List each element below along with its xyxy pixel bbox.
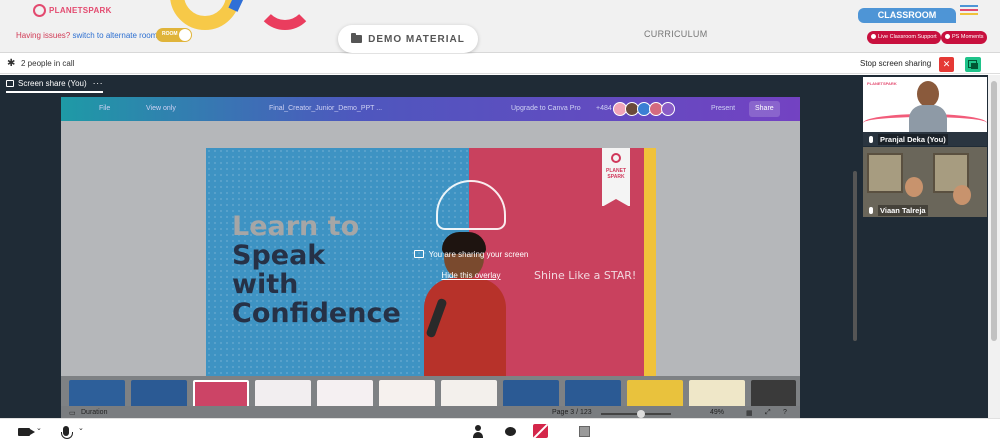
- slide-thumbnails: [61, 376, 800, 410]
- grid-view-icon: ▦: [746, 410, 753, 417]
- mic-options-chevron-icon[interactable]: ⌄: [78, 424, 84, 432]
- curriculum-tab[interactable]: CURRICULUM: [644, 29, 708, 39]
- room-toggle[interactable]: ROOM: [156, 28, 192, 42]
- editor-toolbar: File View only Final_Creator_Junior_Demo…: [61, 97, 800, 121]
- ps-moments-label: PS Moments: [952, 34, 984, 40]
- participant-face: [953, 185, 971, 205]
- sharing-overlay: You are sharing your screen Hide this ov…: [371, 245, 571, 280]
- logo-text: PLANETSPARK: [49, 6, 112, 15]
- more-options-icon[interactable]: ···: [93, 78, 104, 88]
- participant-face: [905, 177, 923, 197]
- sharing-message: You are sharing your screen: [413, 249, 529, 259]
- planetspark-logo: PLANETSPARK: [33, 4, 112, 17]
- logo-mark-icon: [33, 4, 46, 17]
- square-icon[interactable]: [579, 426, 590, 437]
- app-root: PLANETSPARK Having issues? switch to alt…: [0, 0, 1000, 441]
- badge-text: PLANET SPARK: [606, 168, 626, 180]
- heading-line-4: Confidence: [232, 298, 401, 329]
- screen-share-tab[interactable]: Screen share (You) ···: [6, 78, 104, 93]
- decor-arc-red: [255, 0, 315, 30]
- video-logo: PLANETSPARK: [867, 81, 897, 86]
- duration-label: Duration: [81, 409, 108, 416]
- notes-icon: ▭: [69, 410, 76, 417]
- stop-sharing-label: Stop screen sharing: [860, 59, 932, 68]
- issue-notice: Having issues? switch to alternate room: [16, 31, 157, 40]
- file-menu: File: [99, 105, 111, 112]
- hide-overlay-link[interactable]: Hide this overlay: [371, 271, 571, 280]
- alternate-room-link[interactable]: switch to alternate room: [72, 31, 157, 40]
- zoom-slider: [601, 410, 671, 418]
- camera-icon[interactable]: [18, 428, 35, 436]
- scrollbar-thumb[interactable]: [991, 81, 997, 341]
- upgrade-link: Upgrade to Canva Pro: [511, 105, 581, 112]
- room-toggle-label: ROOM: [162, 31, 178, 37]
- call-bar: ✱ 2 people in call Stop screen sharing ✕: [0, 54, 1000, 74]
- help-icon: ?: [783, 409, 787, 416]
- participant-label: Pranjal Deka (You): [863, 132, 987, 146]
- microphone-icon: [869, 206, 873, 214]
- planetspark-badge: PLANET SPARK: [602, 148, 630, 207]
- heading-line-1: Learn to: [232, 211, 360, 242]
- folder-icon: [351, 33, 363, 43]
- screen-icon: [413, 250, 424, 258]
- participant-head: [917, 81, 939, 107]
- screen-share-tab-label: Screen share (You): [18, 78, 87, 88]
- people-count: 2 people in call: [21, 59, 75, 68]
- person-icon[interactable]: [473, 425, 483, 439]
- editor-scrollbar: [853, 171, 857, 341]
- microphone-icon: [869, 135, 873, 143]
- participants-panel: PLANETSPARK Pranjal Deka (You) Viaan Tal…: [862, 75, 988, 418]
- live-support-label: Live Classroom Support: [878, 34, 937, 40]
- camera-options-chevron-icon[interactable]: ⌄: [36, 424, 42, 432]
- shared-canva-editor: File View only Final_Creator_Junior_Demo…: [61, 97, 857, 421]
- participant-name: Viaan Talreja: [878, 204, 928, 216]
- monitor-icon: [6, 79, 14, 87]
- gear-icon[interactable]: ✱: [7, 59, 15, 69]
- participant-person: [909, 81, 949, 145]
- stop-screen-share-icon[interactable]: [533, 424, 548, 438]
- zoom-level: 49%: [710, 409, 725, 416]
- page-indicator: Page 3 / 123: [552, 409, 592, 416]
- classroom-tab[interactable]: CLASSROOM: [858, 8, 956, 23]
- bottom-controls: ⌄ ⌄: [0, 418, 1000, 441]
- screen-share-stage: Screen share (You) ··· File View only Fi…: [0, 75, 862, 421]
- chat-icon[interactable]: [505, 427, 516, 436]
- slide-stripe: [644, 148, 656, 376]
- toggle-knob: [179, 29, 191, 41]
- microphone-icon[interactable]: [61, 426, 73, 439]
- stop-sharing-button[interactable]: ✕: [939, 57, 954, 72]
- menu-icon[interactable]: [960, 5, 978, 17]
- badge-logo-icon: [611, 153, 621, 163]
- demo-material-label: DEMO MATERIAL: [368, 33, 465, 45]
- top-header: PLANETSPARK Having issues? switch to alt…: [0, 0, 1000, 53]
- ps-moments-button[interactable]: PS Moments: [941, 31, 988, 44]
- participant-label: Viaan Talreja: [863, 203, 987, 217]
- page-scrollbar[interactable]: [988, 75, 1000, 418]
- sharing-message-text: You are sharing your screen: [428, 249, 529, 259]
- screen-share-icon[interactable]: [965, 57, 981, 72]
- participant-video[interactable]: Viaan Talreja: [863, 147, 987, 217]
- present-button: Present: [711, 105, 736, 112]
- participant-name: Pranjal Deka (You): [878, 133, 948, 145]
- demo-material-button[interactable]: DEMO MATERIAL: [338, 25, 478, 53]
- issue-text: Having issues?: [16, 31, 71, 40]
- share-button: Share: [749, 101, 780, 117]
- support-icon: [871, 34, 876, 39]
- view-only-label: View only: [146, 105, 176, 112]
- background-window: [867, 153, 903, 193]
- collaborator-avatar: [661, 102, 675, 116]
- moments-icon: [945, 34, 950, 39]
- collaborator-count: +484: [596, 105, 612, 112]
- fullscreen-icon: ⤢: [765, 409, 771, 416]
- participant-video[interactable]: PLANETSPARK Pranjal Deka (You): [863, 77, 987, 146]
- document-title: Final_Creator_Junior_Demo_PPT ...: [269, 105, 383, 112]
- live-support-button[interactable]: Live Classroom Support: [867, 31, 941, 44]
